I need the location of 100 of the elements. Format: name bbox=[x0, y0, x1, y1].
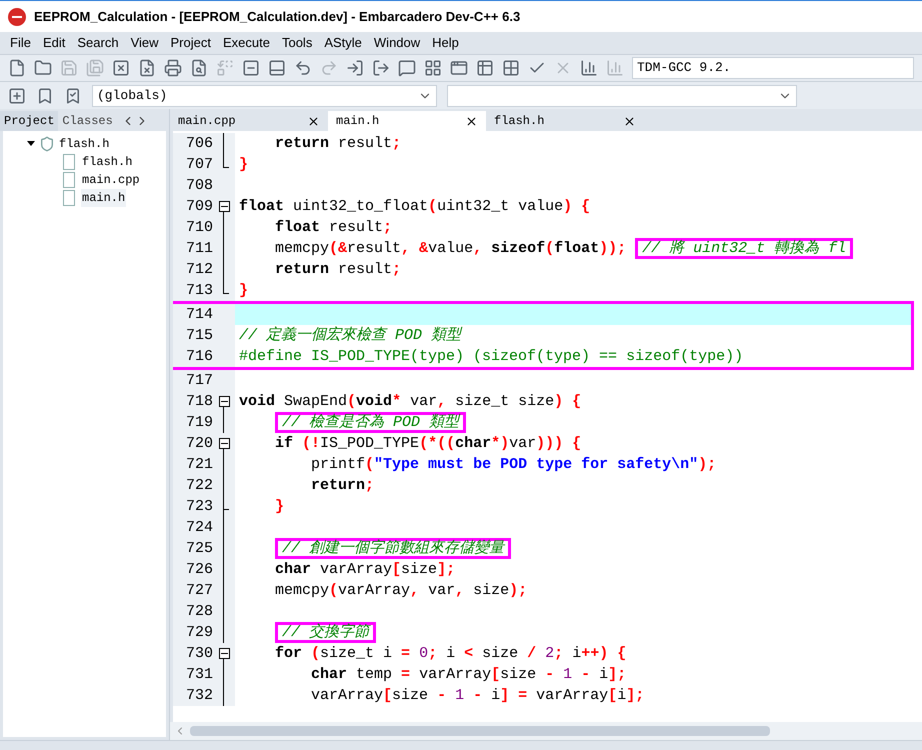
code-text: return result; bbox=[274, 134, 402, 154]
code-text: #define IS_POD_TYPE(type) (sizeof(type) == sizeof(type)) bbox=[239, 347, 744, 367]
comment-icon[interactable] bbox=[398, 59, 416, 77]
highlight-box: // 創建一個字節數組來存儲變量 bbox=[275, 538, 512, 559]
close-all-icon[interactable] bbox=[138, 59, 156, 77]
tree-item[interactable]: main.cpp bbox=[81, 171, 141, 189]
file-icon bbox=[63, 154, 75, 170]
code-text: printf("Type must be POD type for safety\n"); bbox=[310, 455, 716, 475]
menu-item[interactable]: View bbox=[124, 33, 165, 53]
square-icon[interactable] bbox=[242, 59, 260, 77]
insert-icon[interactable] bbox=[8, 86, 26, 104]
code-text: float uint32_to_float(uint32_t value) { bbox=[239, 197, 590, 217]
fold-end-mark bbox=[223, 154, 229, 168]
code-text: } bbox=[239, 281, 248, 301]
line-number: 719 bbox=[184, 413, 214, 433]
folder-icon[interactable] bbox=[34, 59, 52, 77]
code-text: // 定義一個宏來檢查 POD 類型 bbox=[239, 325, 462, 346]
fold-toggle[interactable] bbox=[218, 396, 230, 407]
line-number: 707 bbox=[184, 155, 214, 175]
file-icon bbox=[63, 172, 75, 188]
grid-outline-icon[interactable] bbox=[502, 59, 520, 77]
grid-icon[interactable] bbox=[424, 59, 442, 77]
compiler-dropdown[interactable]: TDM-GCC 9.2. bbox=[632, 57, 914, 79]
editor-tab[interactable]: main.cpp bbox=[170, 111, 328, 131]
line-number: 728 bbox=[184, 602, 214, 622]
tree-item[interactable]: flash.h bbox=[59, 135, 110, 153]
fold-toggle[interactable] bbox=[218, 438, 230, 449]
highlight-box: // 檢查是否為 POD 類型 bbox=[275, 412, 466, 433]
close-file-icon[interactable] bbox=[112, 59, 130, 77]
code-text: if (!IS_POD_TYPE(*((char*)var))) { bbox=[274, 434, 582, 454]
line-number: 713 bbox=[184, 281, 214, 301]
app-logo-icon bbox=[8, 8, 26, 26]
menu-item[interactable]: Tools bbox=[276, 33, 318, 53]
menu-item[interactable]: AStyle bbox=[318, 33, 368, 53]
line-number: 726 bbox=[184, 560, 214, 580]
code-text: return result; bbox=[274, 260, 402, 280]
menu-item[interactable]: File bbox=[4, 33, 37, 53]
line-number: 714 bbox=[184, 305, 214, 325]
table-icon[interactable] bbox=[476, 59, 494, 77]
expand-triangle-icon[interactable] bbox=[27, 141, 35, 147]
line-number: 709 bbox=[184, 197, 214, 217]
menu-item[interactable]: Edit bbox=[36, 33, 72, 53]
close-icon[interactable] bbox=[623, 114, 636, 128]
menu-item[interactable]: Search bbox=[71, 33, 125, 53]
line-number: 715 bbox=[184, 326, 214, 346]
code-text: for (size_t i = 0; i < size / 2; i++) { bbox=[274, 644, 626, 664]
line-number: 718 bbox=[184, 392, 214, 412]
close-icon[interactable] bbox=[465, 114, 478, 128]
line-number: 725 bbox=[184, 539, 214, 559]
new-file-icon[interactable] bbox=[8, 59, 26, 77]
line-number: 721 bbox=[184, 455, 214, 475]
panel-tab[interactable]: Classes bbox=[58, 111, 117, 131]
line-number: 727 bbox=[184, 581, 214, 601]
code-text: varArray[size - 1 - i] = varArray[i]; bbox=[310, 686, 644, 706]
line-number: 731 bbox=[184, 665, 214, 685]
line-number: 716 bbox=[184, 347, 214, 367]
line-number: 710 bbox=[184, 218, 214, 238]
menu-item[interactable]: Window bbox=[368, 33, 426, 53]
unindent-icon[interactable] bbox=[372, 59, 390, 77]
code-text: char varArray[size]; bbox=[274, 560, 456, 580]
code-text: float result; bbox=[274, 218, 392, 238]
menu-item[interactable]: Execute bbox=[216, 33, 276, 53]
editor-tab[interactable]: flash.h bbox=[486, 111, 644, 131]
undo-icon[interactable] bbox=[294, 59, 312, 77]
close-icon[interactable] bbox=[307, 114, 320, 128]
menu-item[interactable]: Help bbox=[426, 33, 465, 53]
file-icon bbox=[63, 190, 75, 206]
scope-dropdown[interactable]: (globals) bbox=[92, 84, 437, 106]
line-number: 732 bbox=[184, 686, 214, 706]
line-number: 724 bbox=[184, 518, 214, 538]
line-number: 729 bbox=[184, 623, 214, 643]
panel-tab[interactable]: Project bbox=[0, 111, 58, 131]
window-icon[interactable] bbox=[450, 59, 468, 77]
code-text: void SwapEnd(void* var, size_t size) { bbox=[239, 392, 582, 412]
line-number: 712 bbox=[184, 260, 214, 280]
horizontal-scrollbar[interactable] bbox=[190, 726, 770, 736]
fold-toggle[interactable] bbox=[218, 648, 230, 659]
editor-tab[interactable]: main.h bbox=[328, 111, 486, 131]
line-number: 708 bbox=[184, 176, 214, 196]
code-text: memcpy(varArray, var, size); bbox=[274, 581, 528, 601]
line-number: 706 bbox=[184, 134, 214, 154]
fold-toggle[interactable] bbox=[218, 201, 230, 212]
bookmark-icon[interactable] bbox=[36, 86, 54, 104]
search-icon[interactable] bbox=[190, 59, 208, 77]
code-text: char temp = varArray[size - 1 - i]; bbox=[310, 665, 626, 685]
code-editor[interactable] bbox=[173, 131, 922, 722]
shield-icon bbox=[39, 136, 55, 152]
line-number: 717 bbox=[184, 371, 214, 391]
menu-item[interactable]: Project bbox=[164, 33, 217, 53]
panel-icon[interactable] bbox=[268, 59, 286, 77]
code-text: return; bbox=[310, 476, 374, 496]
indent-icon[interactable] bbox=[346, 59, 364, 77]
tree-item[interactable]: flash.h bbox=[81, 153, 134, 171]
tree-item[interactable]: main.h bbox=[81, 189, 126, 207]
printer-icon[interactable] bbox=[164, 59, 182, 77]
fold-end-mark bbox=[223, 280, 229, 294]
code-text: memcpy(&result, &value, sizeof(float)); bbox=[274, 239, 626, 259]
bookmark-filled-icon[interactable] bbox=[64, 86, 82, 104]
chart-icon[interactable] bbox=[580, 59, 598, 77]
highlight-box: // 交換字節 bbox=[275, 622, 376, 643]
